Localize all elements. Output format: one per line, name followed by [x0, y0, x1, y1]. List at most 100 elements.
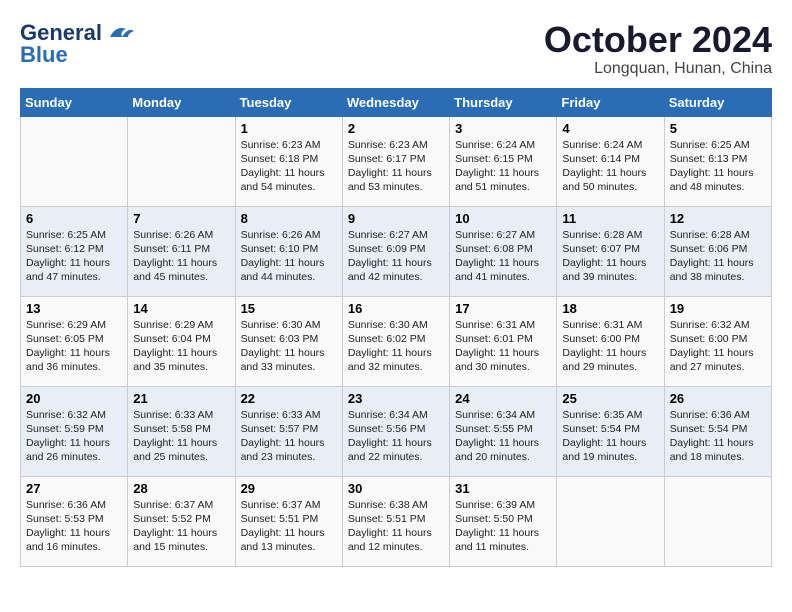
calendar-day-cell	[557, 476, 664, 566]
calendar-day-cell: 10 Sunrise: 6:27 AMSunset: 6:08 PMDayligh…	[450, 206, 557, 296]
day-info: Sunrise: 6:37 AMSunset: 5:51 PMDaylight:…	[241, 498, 337, 555]
day-number: 24	[455, 391, 551, 406]
calendar-day-cell: 25Sunrise: 6:35 AMSunset: 5:54 PMDayligh…	[557, 386, 664, 476]
day-number: 20	[26, 391, 122, 406]
day-of-week-header: Wednesday	[342, 88, 449, 116]
calendar-week-row: 6 Sunrise: 6:25 AMSunset: 6:12 PMDaylight…	[21, 206, 772, 296]
calendar-day-cell: 29 Sunrise: 6:37 AMSunset: 5:51 PMDayligh…	[235, 476, 342, 566]
day-number: 1	[241, 121, 337, 136]
calendar-day-cell: 21Sunrise: 6:33 AMSunset: 5:58 PMDayligh…	[128, 386, 235, 476]
page-header: General Blue October 2024 Longquan, Huna…	[20, 20, 772, 78]
day-info: Sunrise: 6:28 AMSunset: 6:07 PMDaylight:…	[562, 228, 658, 285]
calendar-day-cell: 14Sunrise: 6:29 AMSunset: 6:04 PMDayligh…	[128, 296, 235, 386]
calendar-day-cell: 26Sunrise: 6:36 AMSunset: 5:54 PMDayligh…	[664, 386, 771, 476]
day-info: Sunrise: 6:37 AMSunset: 5:52 PMDaylight:…	[133, 498, 229, 555]
day-number: 2	[348, 121, 444, 136]
calendar-day-cell: 4 Sunrise: 6:24 AMSunset: 6:14 PMDaylight…	[557, 116, 664, 206]
calendar-day-cell: 3 Sunrise: 6:24 AMSunset: 6:15 PMDaylight…	[450, 116, 557, 206]
calendar-day-cell: 27Sunrise: 6:36 AMSunset: 5:53 PMDayligh…	[21, 476, 128, 566]
calendar-day-cell: 12 Sunrise: 6:28 AMSunset: 6:06 PMDayligh…	[664, 206, 771, 296]
month-title: October 2024	[544, 20, 772, 60]
calendar-day-cell: 2Sunrise: 6:23 AMSunset: 6:17 PMDaylight…	[342, 116, 449, 206]
day-of-week-header: Monday	[128, 88, 235, 116]
calendar-day-cell: 17 Sunrise: 6:31 AMSunset: 6:01 PMDayligh…	[450, 296, 557, 386]
day-info: Sunrise: 6:30 AMSunset: 6:03 PMDaylight:…	[241, 318, 337, 375]
calendar-table: SundayMondayTuesdayWednesdayThursdayFrid…	[20, 88, 772, 567]
calendar-day-cell: 24 Sunrise: 6:34 AMSunset: 5:55 PMDayligh…	[450, 386, 557, 476]
day-of-week-header: Thursday	[450, 88, 557, 116]
day-of-week-header: Friday	[557, 88, 664, 116]
day-info: Sunrise: 6:35 AMSunset: 5:54 PMDaylight:…	[562, 408, 658, 465]
day-info: Sunrise: 6:27 AMSunset: 6:09 PMDaylight:…	[348, 228, 444, 285]
day-of-week-header: Saturday	[664, 88, 771, 116]
day-info: Sunrise: 6:30 AMSunset: 6:02 PMDaylight:…	[348, 318, 444, 375]
calendar-day-cell: 6 Sunrise: 6:25 AMSunset: 6:12 PMDaylight…	[21, 206, 128, 296]
calendar-day-cell: 13 Sunrise: 6:29 AMSunset: 6:05 PMDayligh…	[21, 296, 128, 386]
calendar-week-row: 27Sunrise: 6:36 AMSunset: 5:53 PMDayligh…	[21, 476, 772, 566]
day-number: 28	[133, 481, 229, 496]
day-number: 7	[133, 211, 229, 226]
calendar-day-cell: 7 Sunrise: 6:26 AMSunset: 6:11 PMDaylight…	[128, 206, 235, 296]
calendar-day-cell: 19Sunrise: 6:32 AMSunset: 6:00 PMDayligh…	[664, 296, 771, 386]
day-info: Sunrise: 6:28 AMSunset: 6:06 PMDaylight:…	[670, 228, 766, 285]
day-number: 19	[670, 301, 766, 316]
day-number: 3	[455, 121, 551, 136]
day-number: 11	[562, 211, 658, 226]
calendar-day-cell	[128, 116, 235, 206]
day-info: Sunrise: 6:33 AMSunset: 5:57 PMDaylight:…	[241, 408, 337, 465]
day-info: Sunrise: 6:34 AMSunset: 5:56 PMDaylight:…	[348, 408, 444, 465]
day-info: Sunrise: 6:24 AMSunset: 6:14 PMDaylight:…	[562, 138, 658, 195]
logo-general: General	[20, 20, 102, 45]
calendar-day-cell: 9 Sunrise: 6:27 AMSunset: 6:09 PMDaylight…	[342, 206, 449, 296]
day-number: 8	[241, 211, 337, 226]
day-number: 13	[26, 301, 122, 316]
day-of-week-header: Tuesday	[235, 88, 342, 116]
day-number: 12	[670, 211, 766, 226]
calendar-day-cell: 28 Sunrise: 6:37 AMSunset: 5:52 PMDayligh…	[128, 476, 235, 566]
day-number: 4	[562, 121, 658, 136]
day-info: Sunrise: 6:26 AMSunset: 6:11 PMDaylight:…	[133, 228, 229, 285]
day-info: Sunrise: 6:31 AMSunset: 6:00 PMDaylight:…	[562, 318, 658, 375]
calendar-header-row: SundayMondayTuesdayWednesdayThursdayFrid…	[21, 88, 772, 116]
calendar-day-cell: 15 Sunrise: 6:30 AMSunset: 6:03 PMDayligh…	[235, 296, 342, 386]
day-info: Sunrise: 6:39 AMSunset: 5:50 PMDaylight:…	[455, 498, 551, 555]
day-info: Sunrise: 6:32 AMSunset: 5:59 PMDaylight:…	[26, 408, 122, 465]
calendar-week-row: 20 Sunrise: 6:32 AMSunset: 5:59 PMDayligh…	[21, 386, 772, 476]
day-info: Sunrise: 6:31 AMSunset: 6:01 PMDaylight:…	[455, 318, 551, 375]
day-info: Sunrise: 6:38 AMSunset: 5:51 PMDaylight:…	[348, 498, 444, 555]
calendar-day-cell: 11 Sunrise: 6:28 AMSunset: 6:07 PMDayligh…	[557, 206, 664, 296]
day-number: 31	[455, 481, 551, 496]
calendar-day-cell: 31 Sunrise: 6:39 AMSunset: 5:50 PMDayligh…	[450, 476, 557, 566]
day-info: Sunrise: 6:33 AMSunset: 5:58 PMDaylight:…	[133, 408, 229, 465]
day-number: 14	[133, 301, 229, 316]
location: Longquan, Hunan, China	[544, 60, 772, 78]
day-info: Sunrise: 6:27 AMSunset: 6:08 PMDaylight:…	[455, 228, 551, 285]
day-number: 15	[241, 301, 337, 316]
day-number: 10	[455, 211, 551, 226]
day-number: 27	[26, 481, 122, 496]
day-of-week-header: Sunday	[21, 88, 128, 116]
day-number: 6	[26, 211, 122, 226]
day-info: Sunrise: 6:25 AMSunset: 6:12 PMDaylight:…	[26, 228, 122, 285]
day-number: 9	[348, 211, 444, 226]
calendar-day-cell: 8Sunrise: 6:26 AMSunset: 6:10 PMDaylight…	[235, 206, 342, 296]
calendar-day-cell: 23 Sunrise: 6:34 AMSunset: 5:56 PMDayligh…	[342, 386, 449, 476]
title-block: October 2024 Longquan, Hunan, China	[544, 20, 772, 78]
logo-bird-icon	[106, 23, 134, 43]
day-number: 18	[562, 301, 658, 316]
day-number: 29	[241, 481, 337, 496]
day-info: Sunrise: 6:29 AMSunset: 6:05 PMDaylight:…	[26, 318, 122, 375]
day-info: Sunrise: 6:24 AMSunset: 6:15 PMDaylight:…	[455, 138, 551, 195]
day-info: Sunrise: 6:34 AMSunset: 5:55 PMDaylight:…	[455, 408, 551, 465]
day-number: 23	[348, 391, 444, 406]
day-info: Sunrise: 6:23 AMSunset: 6:18 PMDaylight:…	[241, 138, 337, 195]
calendar-day-cell: 16Sunrise: 6:30 AMSunset: 6:02 PMDayligh…	[342, 296, 449, 386]
calendar-day-cell	[664, 476, 771, 566]
day-number: 30	[348, 481, 444, 496]
calendar-day-cell: 22Sunrise: 6:33 AMSunset: 5:57 PMDayligh…	[235, 386, 342, 476]
calendar-day-cell	[21, 116, 128, 206]
day-number: 5	[670, 121, 766, 136]
day-number: 17	[455, 301, 551, 316]
calendar-day-cell: 30 Sunrise: 6:38 AMSunset: 5:51 PMDayligh…	[342, 476, 449, 566]
calendar-day-cell: 5Sunrise: 6:25 AMSunset: 6:13 PMDaylight…	[664, 116, 771, 206]
